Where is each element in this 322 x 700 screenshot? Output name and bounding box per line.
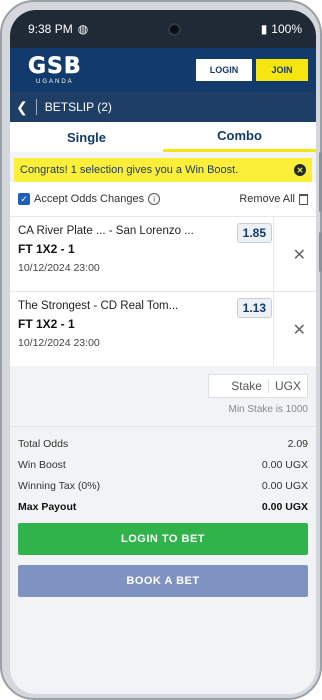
betslip-title: BETSLIP (2) — [44, 100, 112, 114]
close-icon[interactable]: ✕ — [294, 164, 306, 176]
tab-combo[interactable]: Combo — [163, 122, 316, 152]
remove-all-label: Remove All — [239, 193, 295, 205]
signal-icon: ▮ — [260, 22, 268, 36]
remove-all-button[interactable]: Remove All — [239, 193, 308, 205]
battery-level: 100% — [271, 22, 302, 36]
divider — [35, 99, 37, 115]
summary-row: Max Payout 0.00 UGX — [18, 500, 308, 513]
accept-odds-checkbox[interactable]: ✓ — [18, 193, 30, 205]
summary-row: Total Odds 2.09 — [18, 437, 308, 450]
boost-message: Congrats! 1 selection gives you a Win Bo… — [20, 164, 239, 176]
selection-item: The Strongest - CD Real Tom... FT 1X2 - … — [10, 291, 316, 366]
close-icon[interactable]: ✕ — [293, 320, 306, 340]
betslip-bar: ❮ BETSLIP (2) — [10, 92, 316, 122]
tab-single[interactable]: Single — [10, 122, 163, 152]
screen: 9:38 PM ◍ ▮ 100% GSB UGANDA LOGIN JOIN ❮… — [10, 10, 316, 694]
join-button[interactable]: JOIN — [256, 59, 308, 81]
summary-row: Winning Tax (0%) 0.00 UGX — [18, 479, 308, 492]
odds-badge: 1.85 — [236, 223, 272, 243]
status-bar: 9:38 PM ◍ ▮ 100% — [10, 10, 316, 48]
trash-icon — [299, 193, 308, 205]
stake-area: Stake UGX Min Stake is 1000 — [10, 366, 316, 426]
bet-type-tabs: Single Combo — [10, 122, 316, 152]
betslip-controls: ✓ Accept Odds Changes i Remove All — [10, 182, 316, 216]
stake-placeholder: Stake — [209, 379, 269, 393]
min-stake-text: Min Stake is 1000 — [228, 404, 309, 415]
selection-teams: CA River Plate ... - San Lorenzo ... — [18, 225, 194, 237]
info-icon[interactable]: i — [148, 193, 161, 205]
phone-frame: 9:38 PM ◍ ▮ 100% GSB UGANDA LOGIN JOIN ❮… — [0, 0, 322, 700]
selection-date: 10/12/2024 23:00 — [18, 262, 100, 274]
selection-item: CA River Plate ... - San Lorenzo ... FT … — [10, 216, 316, 291]
odds-badge: 1.13 — [236, 298, 272, 318]
selection-date: 10/12/2024 23:00 — [18, 337, 100, 349]
logo[interactable]: GSB UGANDA — [28, 55, 82, 85]
selection-market: FT 1X2 - 1 — [18, 317, 75, 331]
selection-market: FT 1X2 - 1 — [18, 242, 75, 256]
summary-row: Win Boost 0.00 UGX — [18, 458, 308, 471]
accept-odds-label: Accept Odds Changes — [34, 193, 145, 205]
book-a-bet-button[interactable]: BOOK A BET — [18, 565, 308, 597]
close-icon[interactable]: ✕ — [293, 245, 306, 265]
status-time: 9:38 PM — [28, 22, 73, 36]
selection-teams: The Strongest - CD Real Tom... — [18, 300, 179, 312]
app-header: GSB UGANDA LOGIN JOIN — [10, 48, 316, 92]
stake-currency: UGX — [274, 379, 301, 393]
camera-icon — [167, 22, 181, 36]
win-boost-banner: Congrats! 1 selection gives you a Win Bo… — [14, 158, 312, 182]
stake-input[interactable]: Stake UGX — [208, 374, 308, 398]
login-to-bet-button[interactable]: LOGIN TO BET — [18, 523, 308, 555]
chevron-left-icon[interactable]: ❮ — [16, 99, 28, 116]
bet-summary: Total Odds 2.09 Win Boost 0.00 UGX Winni… — [10, 426, 316, 517]
login-button[interactable]: LOGIN — [196, 59, 252, 81]
notification-icon: ◍ — [77, 22, 89, 36]
